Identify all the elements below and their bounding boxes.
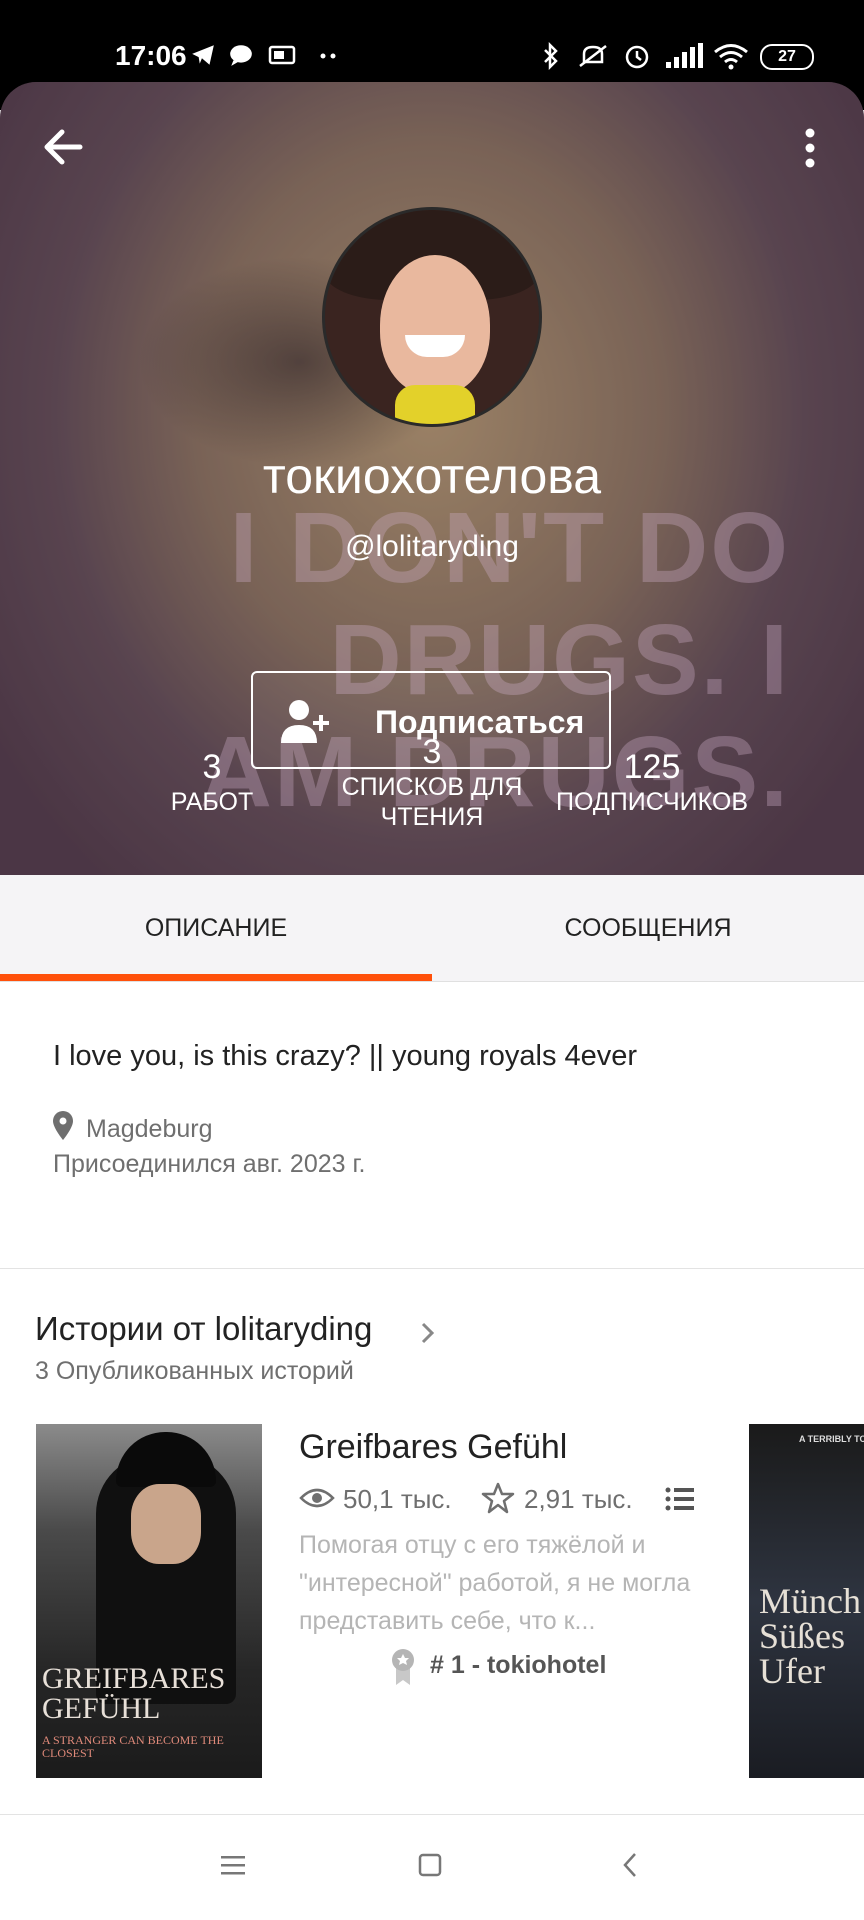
stat-followers-value: 125: [623, 748, 681, 786]
active-tab-indicator: [0, 974, 432, 981]
location-pin-icon: [52, 1111, 74, 1141]
stat-followers[interactable]: 125 ПОДПИСЧИКОВ: [540, 747, 764, 817]
username: @lolitaryding: [345, 530, 519, 563]
story-reads: 50,1 тыс.: [343, 1484, 452, 1514]
stat-reading-lists-value: 3: [422, 733, 442, 771]
cover-title: Münch Süßes Ufer: [759, 1581, 861, 1691]
stat-followers-label: ПОДПИСЧИКОВ: [556, 788, 748, 816]
stories-section-title[interactable]: Истории от lolitaryding: [35, 1310, 372, 1348]
display-name: токиохотелова: [262, 448, 602, 504]
profile-tabs: ОПИСАНИЕ СООБЩЕНИЯ: [0, 875, 864, 982]
cover-face: [131, 1484, 201, 1564]
signal-icon: [664, 42, 704, 74]
bluetooth-icon: [540, 41, 562, 74]
stories-count: 3 Опубликованных историй: [35, 1357, 354, 1385]
tab-description[interactable]: ОПИСАНИЕ: [0, 875, 432, 981]
wifi-icon: [712, 42, 750, 74]
star-icon: [480, 1482, 516, 1514]
more-options-icon[interactable]: [798, 124, 822, 174]
chevron-right-icon[interactable]: [418, 1318, 438, 1348]
cover-cap: [116, 1432, 216, 1487]
story-cover-greifbares-gefuhl[interactable]: GREIFBARES GEFÜHL A STRANGER CAN BECOME …: [36, 1424, 262, 1778]
bio-text: I love you, is this crazy? || young roya…: [53, 1040, 638, 1072]
dots-icon: [318, 42, 340, 72]
battery-indicator: 27: [760, 44, 814, 70]
stat-reading-lists[interactable]: 3 СПИСКОВ ДЛЯ ЧТЕНИЯ: [320, 732, 544, 832]
location-text: Magdeburg: [86, 1115, 213, 1143]
list-icon: [665, 1486, 695, 1512]
stat-reading-lists-label-line1: СПИСКОВ ДЛЯ: [341, 773, 523, 801]
stat-works-label: РАБОТ: [170, 788, 254, 816]
mail-icon: [268, 42, 296, 72]
telegram-icon: [190, 42, 216, 72]
section-divider: [0, 1268, 864, 1269]
chat-icon: [228, 42, 254, 72]
cover-title: GREIFBARES GEFÜHL: [42, 1662, 226, 1725]
profile-header: I DON'T DO DRUGS. I AM DRUGS. токиохотел…: [0, 82, 864, 875]
cover-top-text: A TERRIBLY TO: [799, 1434, 864, 1444]
recents-icon[interactable]: [220, 1854, 246, 1876]
avatar-collar: [395, 385, 475, 424]
status-time: 17:06: [115, 40, 187, 71]
mute-icon: [576, 42, 610, 74]
tab-messages[interactable]: СООБЩЕНИЯ: [432, 875, 864, 981]
back-arrow-icon[interactable]: [36, 120, 90, 174]
story-title[interactable]: Greifbares Gefühl: [299, 1428, 567, 1467]
joined-date: Присоединился авг. 2023 г.: [53, 1150, 366, 1178]
stat-works[interactable]: 3 РАБОТ: [150, 747, 274, 817]
avatar: [322, 207, 542, 427]
home-icon[interactable]: [418, 1853, 442, 1877]
story-rank: # 1 - tokiohotel: [430, 1651, 607, 1679]
alarm-icon: [622, 42, 652, 74]
eye-icon: [299, 1484, 335, 1512]
story-description: Помогая отцу с его тяжёлой и "интересной…: [299, 1531, 691, 1635]
stat-reading-lists-label-line2: ЧТЕНИЯ: [380, 803, 484, 831]
stat-works-value: 3: [202, 748, 222, 786]
system-back-icon[interactable]: [620, 1850, 640, 1880]
ribbon-badge-icon: [390, 1648, 416, 1686]
cover-tagline: A STRANGER CAN BECOME THE CLOSEST: [42, 1733, 224, 1760]
avatar-face: [380, 255, 490, 395]
story-cover-second[interactable]: A TERRIBLY TO Münch Süßes Ufer: [749, 1424, 864, 1778]
story-votes: 2,91 тыс.: [524, 1484, 633, 1514]
